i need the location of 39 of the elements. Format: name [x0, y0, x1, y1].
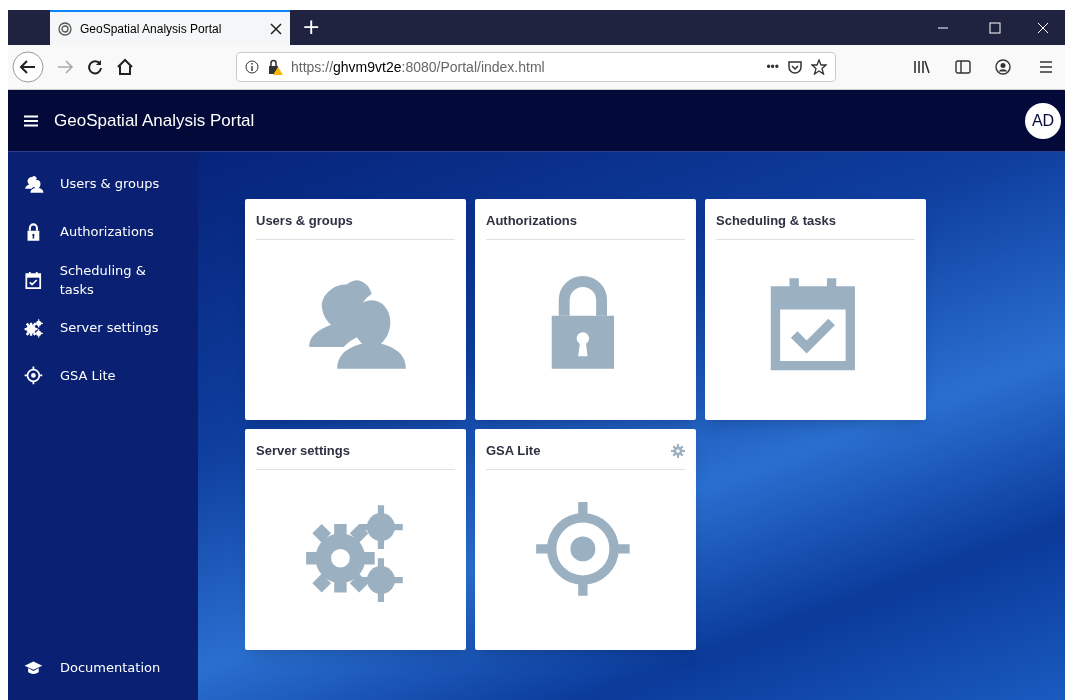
tile-card[interactable]: Authorizations	[475, 199, 696, 420]
account-icon[interactable]	[995, 59, 1011, 75]
home-icon[interactable]	[116, 58, 134, 76]
calendar-check-icon	[24, 270, 44, 290]
sidebar-item[interactable]: Scheduling & tasks	[8, 256, 198, 304]
url-text: https://ghvm9vt2e:8080/Portal/index.html	[291, 57, 546, 77]
sidebar-item[interactable]: GSA Lite	[8, 352, 198, 400]
sidebar-icon[interactable]	[955, 59, 971, 75]
user-avatar[interactable]: AD	[1025, 102, 1061, 139]
more-button[interactable]: •••	[766, 58, 779, 76]
star-icon[interactable]	[811, 59, 827, 75]
browser-tab[interactable]: GeoSpatial Analysis Portal	[50, 10, 290, 45]
reload-icon[interactable]	[86, 58, 104, 76]
address-bar[interactable]: https://ghvm9vt2e:8080/Portal/index.html •••	[236, 52, 836, 82]
sidebar-item[interactable]: Users & groups	[8, 160, 198, 208]
tile-card[interactable]: Users & groups	[245, 199, 466, 420]
users-icon	[24, 174, 44, 194]
tab-title: GeoSpatial Analysis Portal	[80, 20, 223, 38]
pocket-icon[interactable]	[787, 59, 803, 75]
target-icon	[24, 366, 44, 386]
card-title: Scheduling & tasks	[716, 212, 836, 230]
globe-icon	[58, 21, 72, 36]
app-title: GeoSpatial Analysis Portal	[54, 109, 255, 132]
tile-card[interactable]: Server settings	[245, 429, 466, 650]
new-tab-button[interactable]: +	[290, 10, 333, 45]
card-title: GSA Lite	[486, 442, 541, 460]
sidebar-item[interactable]: Documentation	[8, 644, 198, 692]
info-icon[interactable]	[245, 60, 259, 74]
card-title: Authorizations	[486, 212, 577, 230]
maximize-icon[interactable]	[989, 21, 1001, 34]
tile-card[interactable]: Scheduling & tasks	[705, 199, 926, 420]
sidebar-item[interactable]: Server settings	[8, 304, 198, 352]
sidebar-item[interactable]: Authorizations	[8, 208, 198, 256]
card-title: Server settings	[256, 442, 350, 460]
library-icon[interactable]	[913, 59, 931, 75]
tile-card[interactable]: GSA Lite	[475, 429, 696, 650]
close-icon[interactable]	[270, 22, 282, 35]
card-title: Users & groups	[256, 212, 353, 230]
warning-lock-icon[interactable]	[267, 59, 283, 75]
